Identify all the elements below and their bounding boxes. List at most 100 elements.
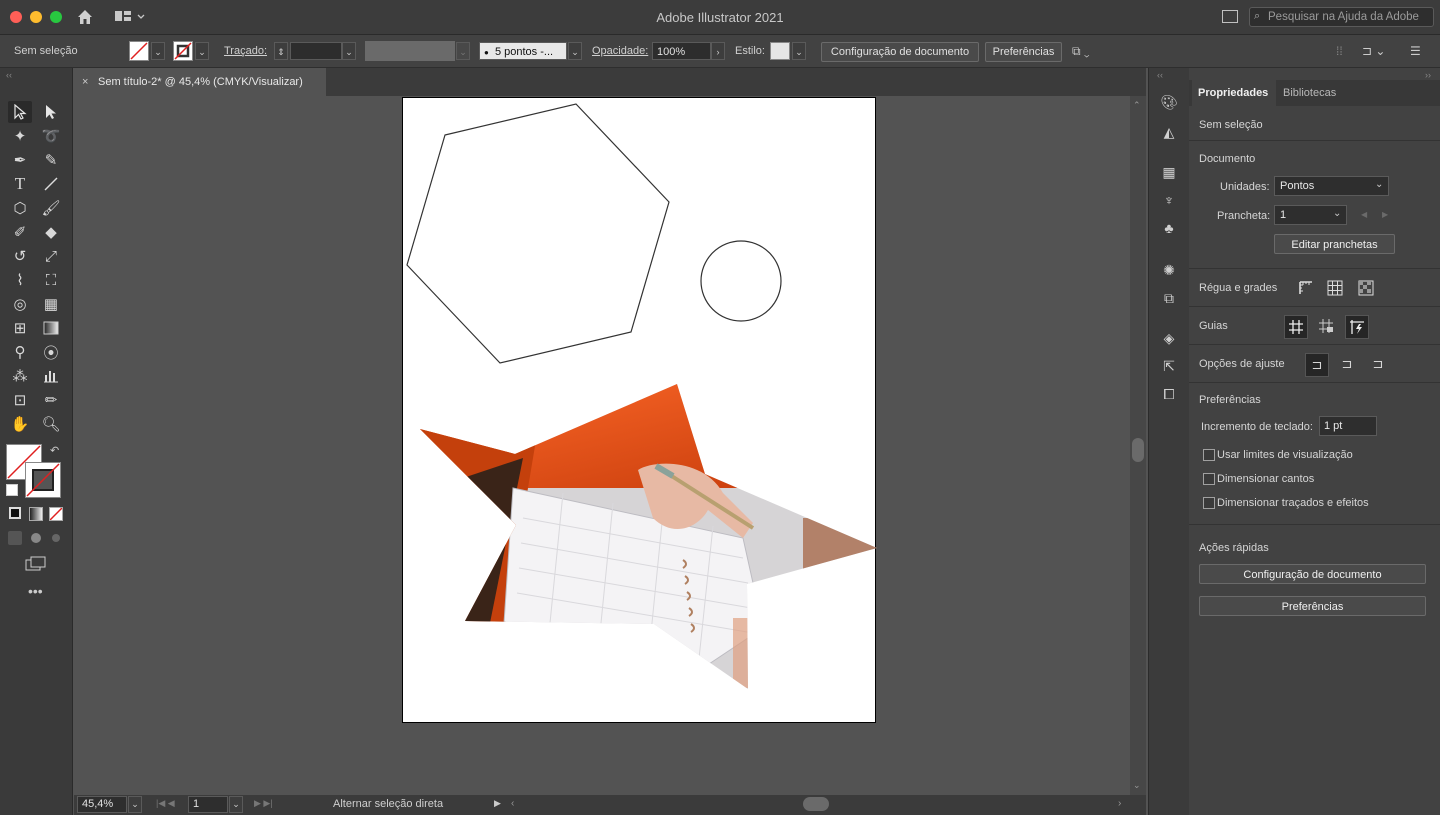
- arrange-icon[interactable]: ⧉ ⌄: [1072, 44, 1102, 60]
- eraser-tool-icon[interactable]: ◆: [39, 221, 63, 243]
- opacity-label[interactable]: Opacidade:: [592, 45, 648, 57]
- draw-behind-icon[interactable]: [29, 531, 43, 545]
- slice-tool-icon[interactable]: ✏: [39, 389, 63, 411]
- star-image-mask[interactable]: [403, 378, 877, 698]
- opacity-input[interactable]: 100%: [652, 42, 711, 60]
- brushes-icon[interactable]: ♆: [1159, 190, 1179, 210]
- shaper-tool-icon[interactable]: ✐: [8, 221, 32, 243]
- perspective-grid-tool-icon[interactable]: ▦: [39, 293, 63, 315]
- swatches-icon[interactable]: ▦: [1159, 162, 1179, 182]
- checkbox-scale-corners[interactable]: [1203, 473, 1215, 485]
- checkbox-preview-bounds[interactable]: [1203, 449, 1215, 461]
- screen-mode-icon[interactable]: [24, 555, 48, 573]
- scroll-left-icon[interactable]: ‹: [511, 798, 514, 809]
- artboard-number-field[interactable]: 1: [188, 796, 228, 813]
- snap-to-pixel-icon[interactable]: ⊐: [1336, 353, 1358, 375]
- layers-icon[interactable]: ◈: [1159, 328, 1179, 348]
- variable-width-dropdown-icon[interactable]: ⌄: [456, 42, 470, 60]
- stroke-swatch[interactable]: [173, 41, 193, 61]
- scroll-down-icon[interactable]: ⌄: [1133, 780, 1141, 791]
- color-mode-icon[interactable]: [9, 507, 21, 519]
- eyedropper-tool-icon[interactable]: ⚲: [8, 341, 32, 363]
- tab-properties[interactable]: Propriedades: [1192, 80, 1276, 106]
- scroll-right-icon[interactable]: ›: [1118, 798, 1121, 809]
- symbols-icon[interactable]: ♣: [1159, 218, 1179, 238]
- line-tool-icon[interactable]: [39, 173, 63, 195]
- doc-setup-button[interactable]: Configuração de documento: [821, 42, 979, 62]
- mesh-tool-icon[interactable]: ⊞: [8, 317, 32, 339]
- scale-tool-icon[interactable]: ⤢: [39, 245, 63, 267]
- magic-wand-tool-icon[interactable]: ✦: [8, 125, 32, 147]
- gradient-panel-icon[interactable]: ◭: [1159, 122, 1179, 142]
- opacity-arrow-icon[interactable]: ›: [711, 42, 725, 60]
- hexagon-shape[interactable]: [406, 103, 670, 364]
- blend-tool-icon[interactable]: ⦿: [39, 341, 63, 363]
- edit-artboards-button[interactable]: Editar pranchetas: [1274, 234, 1395, 254]
- artboard-tool-icon[interactable]: ⊡: [8, 389, 32, 411]
- warp-tool-icon[interactable]: ⌇: [8, 269, 32, 291]
- checkbox-scale-strokes-effects[interactable]: [1203, 497, 1215, 509]
- collapse-toolbar-icon[interactable]: ‹‹: [6, 70, 12, 80]
- lock-guides-icon[interactable]: [1315, 315, 1337, 337]
- expand-panels-icon[interactable]: ‹‹: [1157, 70, 1163, 80]
- zoom-level-field[interactable]: 45,4%: [77, 796, 127, 813]
- swap-fill-stroke-icon[interactable]: ↶: [50, 444, 59, 457]
- graphic-styles-icon[interactable]: ⧉: [1159, 288, 1179, 308]
- stroke-color-box[interactable]: [25, 462, 61, 498]
- fill-swatch[interactable]: [129, 41, 149, 61]
- brush-definition[interactable]: ● 5 pontos -...: [479, 42, 567, 60]
- units-select[interactable]: Pontos ⌄: [1274, 176, 1389, 196]
- circle-shape[interactable]: [700, 240, 782, 322]
- transparency-grid-icon[interactable]: [1355, 277, 1377, 299]
- style-swatch[interactable]: [770, 42, 790, 60]
- edit-toolbar-icon[interactable]: •••: [28, 583, 43, 599]
- free-transform-tool-icon[interactable]: ⛶: [39, 269, 63, 291]
- paintbrush-tool-icon[interactable]: 🖌: [39, 197, 63, 219]
- snap-to-glyph-icon[interactable]: ⊐: [1367, 353, 1389, 375]
- vertical-scroll-thumb[interactable]: [1132, 438, 1144, 462]
- search-input[interactable]: Pesquisar na Ajuda da Adobe: [1268, 11, 1419, 23]
- snap-icon[interactable]: ⊐ ⌄: [1362, 44, 1385, 58]
- gradient-tool-icon[interactable]: [39, 317, 63, 339]
- close-tab-icon[interactable]: ×: [82, 76, 88, 88]
- first-artboard-icon[interactable]: |◀ ◀: [156, 798, 175, 809]
- preferences-button[interactable]: Preferências: [985, 42, 1062, 62]
- zoom-tool-icon[interactable]: 🔍︎: [39, 413, 63, 435]
- zoom-dropdown-icon[interactable]: ⌄: [128, 796, 142, 813]
- artboard-select[interactable]: 1 ⌄: [1274, 205, 1347, 225]
- status-menu-arrow-icon[interactable]: ▶: [494, 798, 501, 809]
- draw-inside-icon[interactable]: [49, 531, 63, 545]
- direct-selection-tool-icon[interactable]: [39, 101, 63, 123]
- quick-doc-setup-button[interactable]: Configuração de documento: [1199, 564, 1426, 584]
- ruler-icon[interactable]: [1295, 277, 1317, 299]
- next-artboard-icon[interactable]: ▶ ▶|: [254, 798, 273, 809]
- arrange-documents-icon[interactable]: [1222, 10, 1238, 23]
- selection-tool-icon[interactable]: [8, 101, 32, 123]
- lasso-tool-icon[interactable]: ➰: [39, 125, 63, 147]
- stroke-weight-stepper[interactable]: ⇕: [274, 42, 288, 60]
- stroke-dropdown-icon[interactable]: ⌄: [195, 42, 209, 60]
- fill-dropdown-icon[interactable]: ⌄: [151, 42, 165, 60]
- column-graph-tool-icon[interactable]: [39, 365, 63, 387]
- color-palette-icon[interactable]: 🎨︎: [1159, 92, 1179, 112]
- next-artboard-panel-icon[interactable]: ▶: [1382, 210, 1388, 219]
- appearance-icon[interactable]: ✺: [1159, 260, 1179, 280]
- variable-width-profile[interactable]: [365, 41, 455, 61]
- shape-tool-icon[interactable]: ⬡: [8, 197, 32, 219]
- quick-preferences-button[interactable]: Preferências: [1199, 596, 1426, 616]
- horizontal-scroll-thumb[interactable]: [803, 797, 829, 811]
- pen-tool-icon[interactable]: ✒: [8, 149, 32, 171]
- stroke-weight-dropdown-icon[interactable]: ⌄: [342, 42, 356, 60]
- gradient-mode-icon[interactable]: [29, 507, 43, 521]
- show-guides-icon[interactable]: [1284, 315, 1308, 339]
- default-fill-stroke-icon[interactable]: [6, 484, 18, 496]
- document-tab[interactable]: × Sem título-2* @ 45,4% (CMYK/Visualizar…: [74, 68, 326, 96]
- artboard[interactable]: [402, 97, 877, 723]
- type-tool-icon[interactable]: T: [8, 173, 32, 195]
- brush-dropdown-icon[interactable]: ⌄: [568, 42, 582, 60]
- scroll-up-icon[interactable]: ⌃: [1133, 100, 1141, 111]
- align-icon[interactable]: ⁞⁞: [1336, 44, 1343, 58]
- keyboard-increment-input[interactable]: 1 pt: [1319, 416, 1377, 436]
- draw-normal-icon[interactable]: [8, 531, 22, 545]
- stroke-label[interactable]: Traçado:: [224, 45, 267, 57]
